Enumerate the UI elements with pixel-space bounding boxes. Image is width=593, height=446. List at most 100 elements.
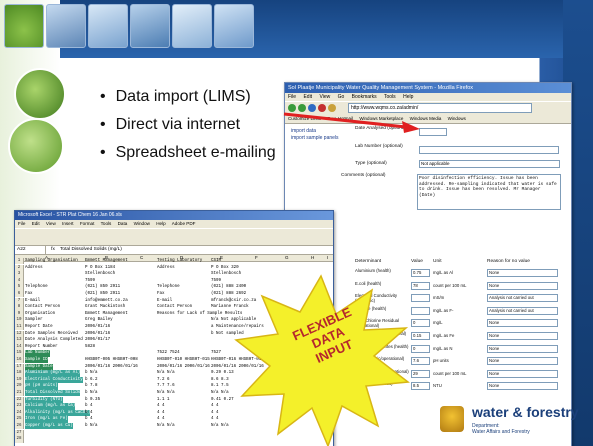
cell-d[interactable]: 7.7 7.6	[157, 383, 175, 389]
excel-menu-item[interactable]: File	[18, 221, 25, 226]
cell-c[interactable]: b 4	[85, 403, 93, 409]
cell-e[interactable]: N/a N/a	[211, 390, 229, 396]
row-number[interactable]: 21	[15, 390, 24, 397]
determinant-value-input[interactable]	[411, 294, 430, 303]
cell-b[interactable]: Date Samples Received	[25, 331, 78, 337]
cell-e[interactable]: 0.29 0.13	[211, 370, 234, 376]
cell-b[interactable]: Calcium (mg/L as Ca)	[25, 403, 76, 410]
cell-c[interactable]: Stellenbosch	[85, 271, 115, 277]
cell-c[interactable]: 2006/01/16	[85, 324, 110, 330]
excel-menu-item[interactable]: Help	[156, 221, 165, 226]
excel-format-toolbar[interactable]	[15, 237, 333, 245]
excel-menu-item[interactable]: Tools	[101, 221, 112, 226]
row-number[interactable]: 14	[15, 343, 24, 351]
cell-b[interactable]: Report Number	[25, 344, 58, 350]
cell-d[interactable]: 7.2 6	[157, 377, 170, 383]
cell-b[interactable]: Iron (mg/L as Fe)	[25, 416, 68, 423]
determinant-value-input[interactable]: 8.5	[411, 382, 430, 391]
cell-c[interactable]: (021) 850 2911	[85, 291, 120, 297]
row-number[interactable]: 5	[15, 284, 24, 291]
row-number[interactable]: 26	[15, 423, 24, 430]
reason-select[interactable]: None	[487, 382, 558, 391]
cell-b[interactable]: Electrical Conductivity	[25, 376, 83, 384]
cell-b[interactable]: Sampler	[25, 317, 43, 323]
cell-e[interactable]: 8.1 7.5	[211, 383, 229, 389]
reason-select[interactable]: None	[487, 369, 558, 378]
menu-file[interactable]: File	[288, 94, 296, 100]
cell-d[interactable]: N/a N/a	[157, 370, 175, 376]
cell-c[interactable]: b N/a	[85, 423, 98, 429]
cell-d[interactable]: 4 4	[157, 403, 165, 409]
row-number[interactable]: 28	[15, 436, 24, 443]
row-number[interactable]: 10	[15, 317, 24, 324]
cell-b[interactable]: E-mail	[25, 298, 40, 304]
bookmark-link[interactable]: Windows	[448, 116, 466, 121]
row-number[interactable]: 2	[15, 264, 24, 271]
cell-c[interactable]: b 4	[85, 416, 93, 422]
cell-b[interactable]: Address	[25, 265, 43, 271]
excel-menu-item[interactable]: Edit	[32, 221, 40, 226]
row-number[interactable]: 23	[15, 403, 24, 410]
determinant-value-input[interactable]: 0.75	[411, 269, 430, 277]
cell-d[interactable]: Telephone	[157, 284, 180, 290]
cell-b[interactable]: Sample ID	[25, 357, 48, 364]
cell-d[interactable]: 4 4	[157, 410, 165, 416]
name-box[interactable]: A22	[15, 246, 46, 254]
cell-d[interactable]: Testing Laboratory	[157, 258, 202, 264]
reason-select[interactable]: Analysis not carried out	[487, 306, 558, 315]
cell-b[interactable]: pH (pH units)	[25, 383, 58, 390]
determinant-value-input[interactable]: 0	[411, 319, 430, 328]
cell-c[interactable]: b N/a	[85, 390, 98, 396]
cell-e[interactable]: 4 4	[211, 416, 219, 422]
reason-select[interactable]: None	[487, 357, 558, 366]
cell-e[interactable]: 4 4	[211, 410, 219, 416]
cell-e[interactable]: N/a N/a	[211, 423, 229, 429]
cell-c[interactable]: (021) 850 2911	[85, 284, 120, 290]
cell-c[interactable]: 2006/01/16 2006/01/16	[85, 364, 138, 370]
cell-b[interactable]: Date Analysis Completed	[25, 337, 83, 343]
reason-select[interactable]: None	[487, 332, 558, 340]
cell-d[interactable]: 2006/01/16 2006/01/16	[157, 364, 210, 370]
cell-e[interactable]: 7599	[211, 278, 221, 284]
date-analysed-input[interactable]	[419, 128, 447, 136]
cell-b[interactable]: Total Dissolved Solids	[25, 390, 81, 397]
row-number[interactable]: 17	[15, 363, 24, 370]
cell-d[interactable]: HHSB0T-010 HHSB0T-015	[157, 357, 210, 363]
menu-bookmarks[interactable]: Bookmarks	[352, 94, 377, 100]
cell-c[interactable]: HHSB0T-005 HHSB0T-008	[85, 357, 138, 363]
cell-b[interactable]: Sampling Organisation	[25, 258, 78, 264]
cell-d[interactable]: E-mail	[157, 298, 172, 304]
excel-menu-item[interactable]: Insert	[62, 221, 74, 226]
cell-d[interactable]: 1.1 1	[157, 397, 170, 403]
row-number[interactable]: 9	[15, 310, 24, 318]
row-number[interactable]: 4	[15, 277, 24, 285]
determinant-value-input[interactable]	[411, 306, 430, 315]
cell-c[interactable]: Emmett Management	[85, 311, 128, 317]
row-number[interactable]: 16	[15, 357, 24, 364]
menu-go[interactable]: Go	[338, 94, 345, 100]
row-number[interactable]: 6	[15, 291, 24, 298]
determinant-value-input[interactable]: 0	[411, 344, 430, 353]
cell-d[interactable]: 7522 7524	[157, 350, 180, 356]
cell-c[interactable]: info@emmett.co.za	[85, 298, 128, 304]
comments-textarea[interactable]: Poor disinfection efficiency. Issue has …	[417, 174, 561, 210]
row-number[interactable]: 13	[15, 337, 24, 344]
cell-c[interactable]: 7599	[85, 278, 95, 284]
cell-c[interactable]: b 7.8	[85, 383, 98, 389]
row-number[interactable]: 25	[15, 416, 24, 423]
cell-c[interactable]: Grant Mackintosh	[85, 304, 125, 310]
menu-help[interactable]: Help	[403, 94, 413, 100]
cell-c[interactable]: b 0.35	[85, 397, 100, 403]
cell-d[interactable]: Fax	[157, 291, 165, 297]
row-number[interactable]: 27	[15, 429, 24, 436]
cell-c[interactable]: 2006/01/17	[85, 337, 110, 343]
cell-c[interactable]: b 4	[85, 410, 93, 416]
cell-e[interactable]: 0.41 0.27	[211, 397, 234, 403]
cell-c[interactable]: 2006/01/16	[85, 331, 110, 337]
cell-d[interactable]: N/a N/a	[157, 423, 175, 429]
cell-c[interactable]: Emmett Management	[85, 258, 128, 264]
determinant-value-input[interactable]: 78	[411, 281, 430, 290]
excel-menu-item[interactable]: Data	[118, 221, 128, 226]
lab-number-input[interactable]	[419, 146, 559, 154]
cell-e[interactable]: CSIR	[211, 258, 221, 264]
